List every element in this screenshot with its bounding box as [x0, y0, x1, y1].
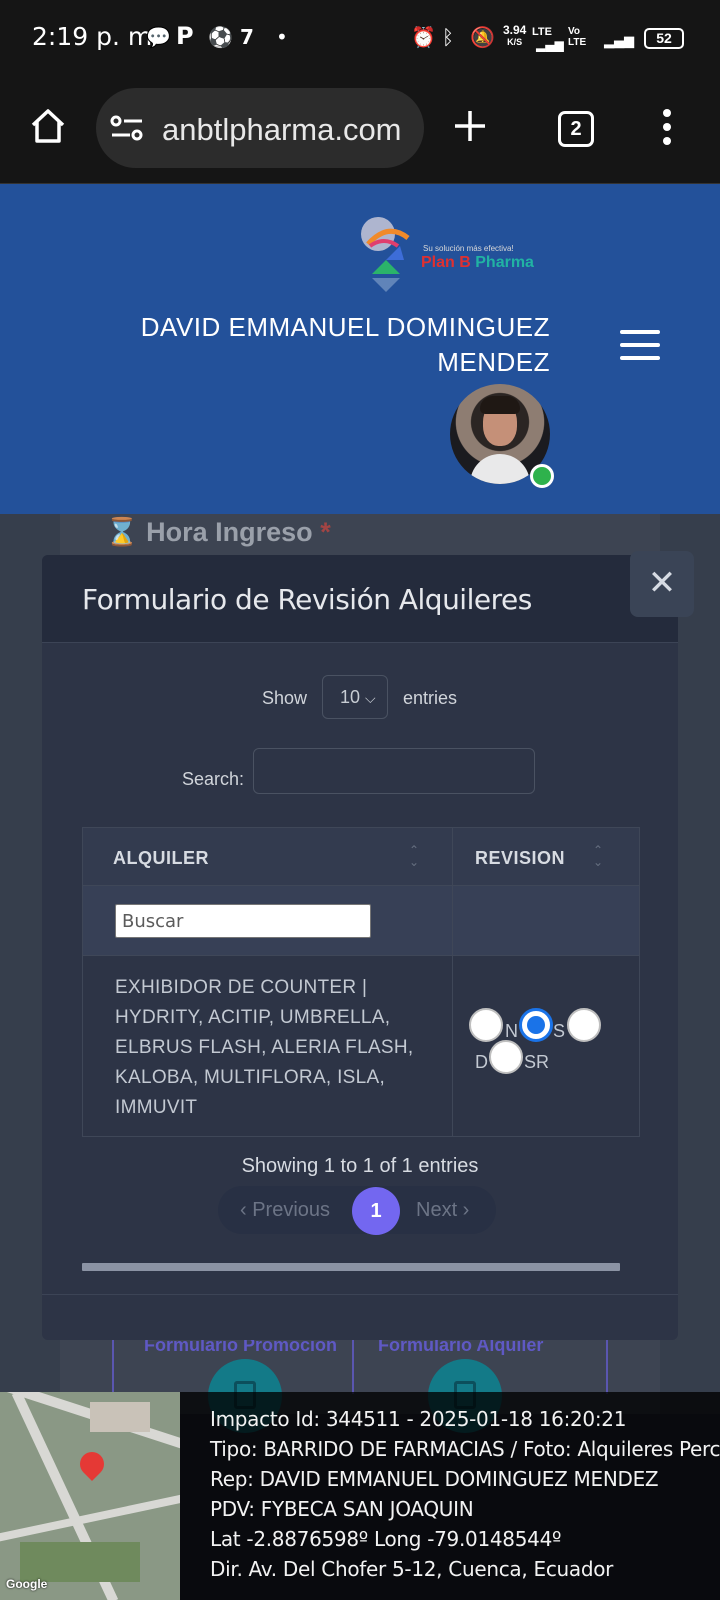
status-bar: 2:19 p. m. 💬 P ⚽ 7 • ⏰ ᛒ 🔕 3.94 K/S LTE … — [0, 0, 720, 78]
speed-unit: K/S — [507, 37, 523, 47]
page-1-button[interactable]: 1 — [352, 1187, 400, 1235]
app-7-icon: 7 — [240, 25, 254, 49]
meta-rep: Rep: DAVID EMMANUEL DOMINGUEZ MENDEZ — [210, 1467, 659, 1491]
browser-toolbar: anbtlpharma.com 2 — [0, 78, 720, 184]
required-mark: * — [320, 517, 331, 547]
mute-icon: 🔕 — [470, 25, 495, 49]
status-time: 2:19 p. m. — [32, 22, 161, 51]
soccer-ball-icon: ⚽ — [208, 25, 233, 49]
entries-label: entries — [403, 688, 458, 708]
network-speed: 3.94 K/S — [503, 24, 526, 48]
speed-value: 3.94 — [503, 23, 527, 37]
page-length-control: Show 10 ⌵ entries — [42, 675, 678, 721]
revision-modal: Formulario de Revisión Alquileres Show 1… — [42, 555, 678, 1340]
filter-row: Buscar — [83, 886, 639, 956]
meta-coordinates: Lat -2.8876598º Long -79.0148544º — [210, 1527, 562, 1551]
meta-tipo: Tipo: BARRIDO DE FARMACIAS / Foto: Alqui… — [210, 1437, 720, 1461]
radio-sr[interactable] — [489, 1040, 523, 1074]
lte-label: LTE — [532, 26, 552, 38]
hourglass-icon: ⌛ — [105, 517, 139, 547]
radio-label-n: N — [505, 1021, 518, 1041]
table-info: Showing 1 to 1 of 1 entries — [241, 1155, 479, 1177]
previous-page-button[interactable]: ‹ Previous — [240, 1199, 330, 1222]
radio-n[interactable] — [469, 1008, 503, 1042]
pagination: ‹ Previous 1 Next › — [218, 1186, 496, 1235]
page-length-value: 10 — [340, 687, 361, 707]
next-page-button[interactable]: Next › — [416, 1199, 469, 1222]
map-pin-icon — [75, 1447, 109, 1481]
meta-direccion: Dir. Av. Del Chofer 5-12, Cuenca, Ecuado… — [210, 1557, 614, 1581]
page-length-select[interactable]: 10 ⌵ — [322, 675, 388, 719]
sort-icon[interactable]: ⌃ ⌄ — [409, 844, 419, 868]
tab-switcher-button[interactable]: 2 — [558, 111, 594, 147]
radio-label-s: S — [553, 1021, 566, 1041]
signal-icon-2: ▂▄▆ — [604, 34, 634, 49]
close-button[interactable]: ✕ — [630, 551, 694, 617]
table-header-row: ALQUILER ⌃ ⌄ REVISION ⌃ ⌄ — [83, 828, 639, 886]
plan-b-pharma-logo[interactable]: Su solución más efectiva! Plan B Pharma — [360, 216, 550, 306]
logo-tagline: Su solución más efectiva! — [423, 244, 514, 253]
alquiler-filter-input[interactable]: Buscar — [115, 904, 371, 938]
google-label: Google — [6, 1577, 48, 1591]
site-header: Su solución más efectiva! Plan B Pharma … — [0, 184, 720, 514]
alarm-icon: ⏰ — [411, 25, 436, 49]
online-status-indicator — [530, 464, 554, 488]
volte-label: Vo LTE — [568, 26, 587, 48]
logo-name-red: Plan B — [421, 254, 471, 271]
modal-header: Formulario de Revisión Alquileres — [42, 555, 678, 643]
alquiler-cell: EXHIBIDOR DE COUNTER | HYDRITY, ACITIP, … — [115, 977, 414, 1118]
home-icon[interactable] — [28, 106, 68, 146]
user-name: DAVID EMMANUEL DOMINGUEZ MENDEZ — [140, 312, 550, 377]
logo-mark-icon — [361, 217, 410, 292]
signal-icon: ▂▄▆ — [536, 38, 564, 52]
column-divider — [452, 828, 453, 1136]
hora-ingreso-label: ⌛ Hora Ingreso * — [105, 516, 331, 548]
map-thumbnail: Google — [0, 1392, 180, 1600]
horizontal-scrollbar[interactable] — [82, 1263, 620, 1271]
logo-name-green: Pharma — [475, 254, 534, 271]
battery-indicator: 52 — [644, 28, 684, 49]
url-text[interactable]: anbtlpharma.com — [162, 112, 402, 148]
radio-label-sr: SR — [524, 1052, 550, 1072]
search-input[interactable] — [253, 748, 535, 794]
dot-icon: • — [276, 25, 288, 49]
bluetooth-icon: ᛒ — [442, 25, 454, 49]
chat-icon: 💬 — [146, 25, 171, 49]
more-menu-icon[interactable] — [660, 108, 674, 148]
meta-impacto: Impacto Id: 344511 - 2025-01-18 16:20:21 — [210, 1407, 627, 1431]
radio-label-d: D — [475, 1052, 488, 1072]
meta-pdv: PDV: FYBECA SAN JOAQUIN — [210, 1497, 474, 1521]
modal-title: Formulario de Revisión Alquileres — [82, 583, 532, 616]
logo-name: Plan B Pharma — [421, 254, 534, 272]
column-header-revision[interactable]: REVISION — [475, 848, 565, 869]
hora-ingreso-text: Hora Ingreso — [146, 517, 313, 547]
radio-s[interactable] — [519, 1008, 553, 1042]
modal-footer-divider — [42, 1294, 678, 1295]
alquileres-table: ALQUILER ⌃ ⌄ REVISION ⌃ ⌄ Buscar EXHIBIDOR… — [82, 827, 640, 1137]
new-tab-icon[interactable] — [452, 108, 488, 144]
show-label: Show — [262, 688, 308, 708]
radio-d[interactable] — [567, 1008, 601, 1042]
app-p-icon: P — [176, 22, 194, 50]
site-settings-icon[interactable] — [110, 114, 144, 142]
column-header-alquiler[interactable]: ALQUILER — [113, 848, 209, 869]
chevron-down-icon: ⌵ — [365, 690, 376, 706]
photo-metadata-text: Impacto Id: 344511 - 2025-01-18 16:20:21… — [210, 1404, 720, 1584]
menu-hamburger-icon[interactable] — [620, 330, 660, 364]
search-label: Search: — [182, 769, 245, 789]
address-bar[interactable]: anbtlpharma.com — [96, 88, 424, 168]
sort-icon[interactable]: ⌃ ⌄ — [593, 844, 603, 868]
